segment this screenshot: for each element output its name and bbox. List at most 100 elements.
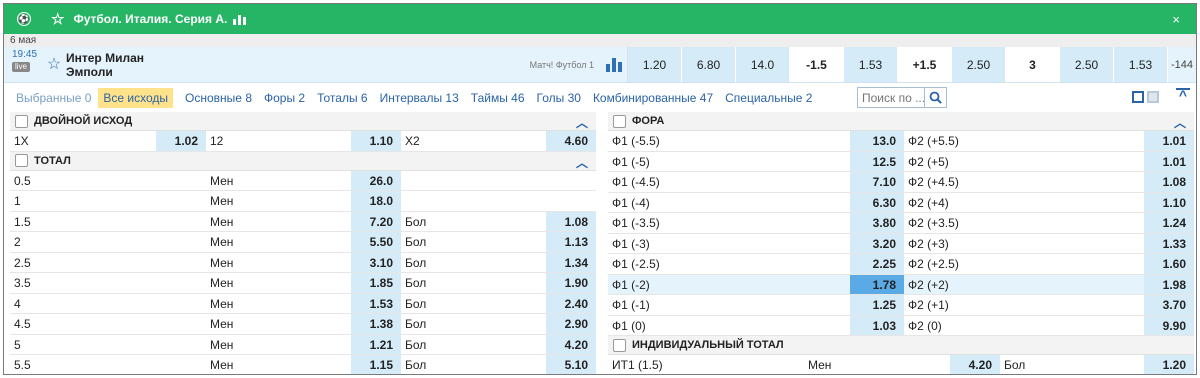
filter-tab[interactable]: Голы 30 (537, 91, 581, 105)
event-odd-button[interactable]: 1.53 (1114, 47, 1168, 82)
over-odd-button[interactable]: 2.90 (546, 314, 596, 334)
total-checkbox[interactable] (15, 154, 28, 167)
filter-tab[interactable]: Интервалы 13 (380, 91, 459, 105)
event-odd-button[interactable]: 1.20 (628, 47, 682, 82)
handicap-team2-odd-button[interactable]: 1.24 (1144, 213, 1194, 233)
under-odd-button[interactable]: 5.50 (351, 232, 401, 252)
over-odd-button[interactable]: 1.20 (1144, 355, 1194, 374)
individual-total-title: ИНДИВИДУАЛЬНЫЙ ТОТАЛ (632, 339, 784, 351)
filter-tab[interactable]: Тоталы 6 (317, 91, 367, 105)
total-line: 1.5 (14, 214, 31, 229)
handicap-team1-odd-button[interactable]: 1.78 (850, 274, 904, 294)
individual-total-checkbox[interactable] (613, 338, 626, 352)
handicap-team2-odd-button[interactable]: 1.08 (1144, 172, 1194, 192)
event-row: 19:45 live ☆ Интер Милан Эмполи Матч! Фу… (4, 47, 1196, 83)
handicap-team1-odd-button[interactable]: 3.80 (850, 213, 904, 233)
event-odd-button[interactable]: 1.53 (844, 47, 898, 82)
search-input[interactable] (858, 88, 924, 107)
filter-tab[interactable]: Выбранные 0 (16, 91, 91, 105)
filter-tab[interactable]: Все исходы (98, 87, 174, 108)
handicap-team2-odd-button[interactable]: 1.01 (1144, 131, 1194, 151)
filter-tab[interactable]: Специальные 2 (725, 91, 812, 105)
filter-tab[interactable]: Основные 8 (185, 91, 252, 105)
odd-button[interactable]: 1.02 (156, 131, 206, 151)
handicap-team2-odd-button[interactable]: 9.90 (1144, 315, 1194, 335)
over-odd-button[interactable]: 5.10 (546, 355, 596, 374)
under-odd-button[interactable]: 4.20 (950, 355, 1000, 374)
filter-tab[interactable]: Форы 2 (264, 91, 305, 105)
handicap-team2-odd-button[interactable]: 1.60 (1144, 254, 1194, 274)
stats-icon[interactable] (233, 14, 247, 25)
under-odd-button[interactable]: 3.10 (351, 252, 401, 272)
under-odd-button[interactable]: 7.20 (351, 211, 401, 231)
handicap-team2-odd-button[interactable]: 1.10 (1144, 192, 1194, 212)
market-search[interactable] (857, 87, 947, 108)
under-odd-button[interactable]: 1.53 (351, 293, 401, 313)
event-stats-icon[interactable] (600, 47, 628, 82)
under-odd-button[interactable]: 18.0 (351, 191, 401, 211)
double-chance-header[interactable]: ДВОЙНОЙ ИСХОД ︿ (10, 112, 596, 131)
over-odd-button[interactable]: 1.90 (546, 273, 596, 293)
over-odd-button[interactable]: 1.13 (546, 232, 596, 252)
handicap-team1-label: Ф1 (-5) (612, 154, 650, 169)
handicap-team1-label: Ф1 (-1) (612, 298, 650, 312)
handicap-team2-odd-button[interactable]: 3.70 (1144, 295, 1194, 315)
handicap-team1-label: Ф1 (-2.5) (612, 257, 660, 271)
handicap-team1-odd-button[interactable]: 3.20 (850, 233, 904, 253)
total-row: 5.5 Мен 1.15 Бол 5.10 (10, 355, 596, 374)
collapse-all-icon[interactable]: ^ (1176, 88, 1190, 102)
event-odd-button[interactable]: 2.50 (1060, 47, 1114, 82)
under-odd-button[interactable]: 1.38 (351, 314, 401, 334)
filter-tab[interactable]: Комбинированные 47 (593, 91, 713, 105)
event-odd-button[interactable]: 2.50 (952, 47, 1006, 82)
over-odd-button[interactable]: 1.34 (546, 252, 596, 272)
handicap-team2-odd-button[interactable]: 1.01 (1144, 151, 1194, 171)
event-odd-button[interactable]: 6.80 (682, 47, 736, 82)
handicap-line-value: -1.5 (790, 47, 844, 82)
handicap-team1-odd-button[interactable]: 6.30 (850, 192, 904, 212)
odd-button[interactable]: 1.10 (351, 131, 401, 151)
event-time-block: 19:45 live (4, 47, 44, 82)
individual-total-label: ИТ1 (1.5) (612, 358, 663, 372)
handicap-team1-odd-button[interactable]: 1.03 (850, 315, 904, 335)
layout-toggle[interactable] (1132, 91, 1159, 103)
handicap-team1-odd-button[interactable]: 7.10 (850, 172, 904, 192)
total-header[interactable]: ТОТАЛ ︿ (10, 151, 596, 171)
search-icon[interactable] (924, 88, 946, 107)
double-chance-checkbox[interactable] (15, 114, 28, 128)
one-column-view-icon[interactable] (1147, 91, 1159, 103)
handicap-team1-odd-button[interactable]: 1.25 (850, 295, 904, 315)
individual-total-header[interactable]: ИНДИВИДУАЛЬНЫЙ ТОТАЛ (608, 336, 1194, 355)
right-markets-column: ФОРА ︿ Ф1 (-5.5) 13.0 Ф2 (+5.5) 1.01 Ф1 (-5)… (608, 112, 1194, 374)
under-odd-button[interactable]: 1.15 (351, 355, 401, 374)
handicap-header[interactable]: ФОРА ︿ (608, 112, 1194, 131)
handicap-team2-label: Ф2 (+2.5) (908, 257, 959, 271)
more-markets-link[interactable]: -144 (1168, 47, 1196, 82)
under-odd-button[interactable]: 1.85 (351, 273, 401, 293)
empty-cell (546, 191, 596, 211)
handicap-team1-odd-button[interactable]: 13.0 (850, 131, 904, 151)
event-favorite-star-icon[interactable]: ☆ (44, 47, 64, 82)
under-odd-button[interactable]: 26.0 (351, 170, 401, 190)
under-odd-button[interactable]: 1.21 (351, 334, 401, 354)
league-header[interactable]: ⚽ ☆ Футбол. Италия. Серия А. × (4, 4, 1196, 34)
two-column-view-icon[interactable] (1132, 91, 1144, 103)
chevron-up-icon[interactable]: ︿ (576, 154, 588, 171)
over-odd-button[interactable]: 4.20 (546, 334, 596, 354)
over-label: Бол (405, 255, 427, 270)
handicap-team1-odd-button[interactable]: 12.5 (850, 151, 904, 171)
close-icon[interactable]: × (1172, 12, 1180, 27)
odd-button[interactable]: 4.60 (546, 131, 596, 151)
event-odd-button[interactable]: 14.0 (736, 47, 790, 82)
handicap-team2-odd-button[interactable]: 1.33 (1144, 233, 1194, 253)
filter-tab[interactable]: Таймы 46 (471, 91, 525, 105)
chevron-up-icon[interactable]: ︿ (576, 114, 588, 131)
favorite-star-icon[interactable]: ☆ (51, 12, 64, 27)
over-odd-button[interactable]: 1.08 (546, 211, 596, 231)
handicap-team2-odd-button[interactable]: 1.98 (1144, 274, 1194, 294)
handicap-team1-odd-button[interactable]: 2.25 (850, 254, 904, 274)
handicap-checkbox[interactable] (613, 114, 626, 128)
chevron-up-icon[interactable]: ︿ (1174, 114, 1186, 131)
event-teams[interactable]: Интер Милан Эмполи (64, 47, 264, 82)
over-odd-button[interactable]: 2.40 (546, 293, 596, 313)
